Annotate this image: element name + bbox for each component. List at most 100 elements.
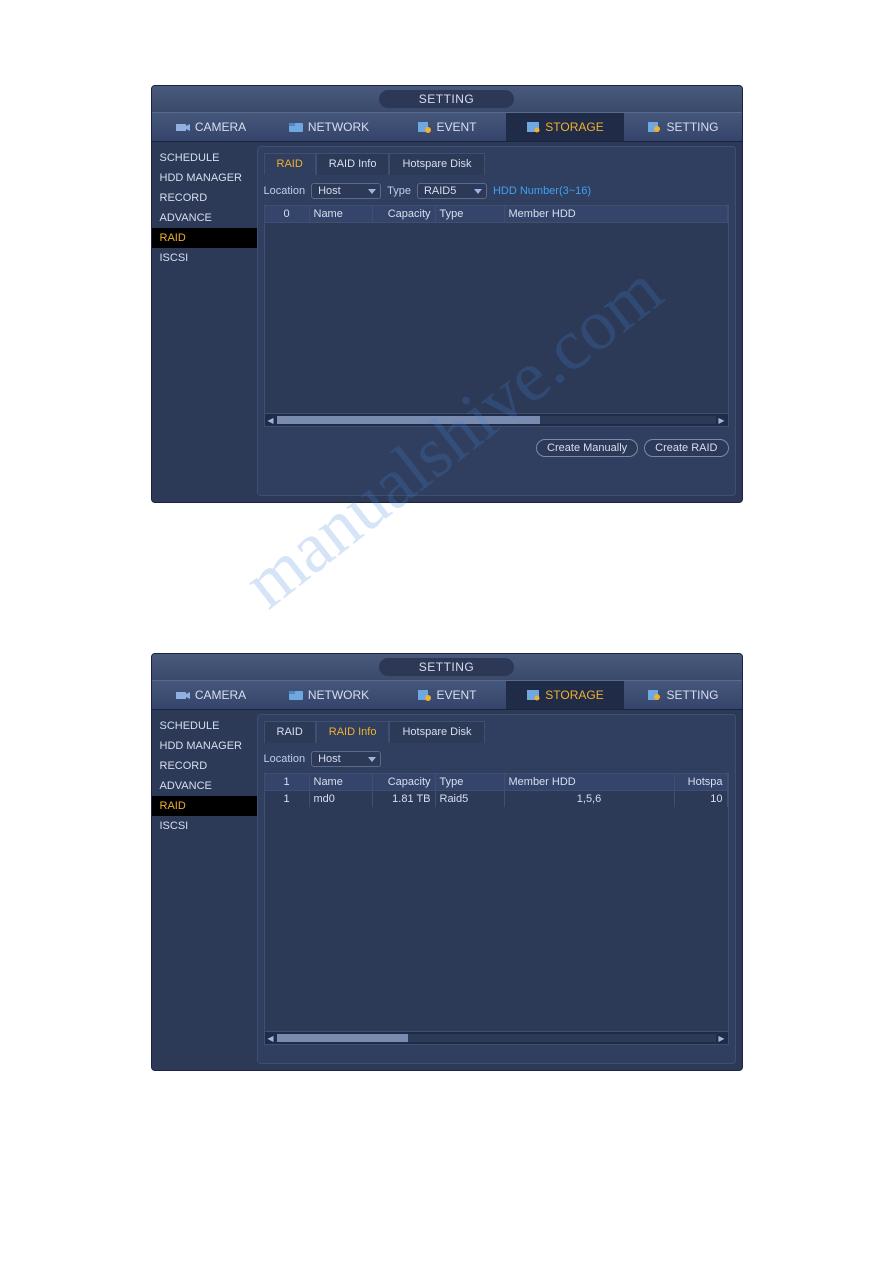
subtabs: RAID RAID Info Hotspare Disk (264, 721, 729, 743)
storage-icon (525, 120, 541, 134)
network-icon (288, 688, 304, 702)
create-raid-button[interactable]: Create RAID (644, 439, 728, 457)
sidebar-item-advance[interactable]: ADVANCE (152, 776, 257, 796)
col-name: Name (310, 206, 373, 222)
h-scrollbar[interactable]: ◀ ▶ (265, 1031, 728, 1044)
main-tabbar: CAMERA NETWORK EVENT STORAGE SETTING (152, 112, 742, 142)
col-capacity: Capacity (373, 206, 436, 222)
sidebar-item-raid[interactable]: RAID (152, 228, 257, 248)
table-row[interactable]: 1 md0 1.81 TB Raid5 1,5,6 10 (265, 791, 728, 807)
location-label: Location (264, 185, 306, 197)
sidebar-item-advance[interactable]: ADVANCE (152, 208, 257, 228)
event-icon (416, 120, 432, 134)
window-title: SETTING (379, 658, 515, 676)
chevron-down-icon (368, 189, 376, 194)
scroll-left-icon[interactable]: ◀ (265, 414, 277, 426)
titlebar: SETTING (152, 86, 742, 112)
col-type: Type (436, 774, 505, 790)
sidebar-item-schedule[interactable]: SCHEDULE (152, 716, 257, 736)
subtab-raid[interactable]: RAID (264, 153, 316, 175)
location-value: Host (318, 185, 341, 197)
sidebar: SCHEDULE HDD MANAGER RECORD ADVANCE RAID… (152, 710, 257, 1070)
subtab-hotspare[interactable]: Hotspare Disk (389, 153, 484, 175)
settings-window-raidinfo: SETTING CAMERA NETWORK EVENT STORAGE SET… (151, 653, 743, 1071)
tab-camera[interactable]: CAMERA (152, 113, 270, 141)
scroll-right-icon[interactable]: ▶ (716, 414, 728, 426)
camera-icon (175, 688, 191, 702)
col-name: Name (310, 774, 373, 790)
sidebar-item-raid[interactable]: RAID (152, 796, 257, 816)
tab-label: EVENT (436, 688, 476, 702)
cell-name: md0 (310, 791, 373, 807)
setting-icon (646, 688, 662, 702)
settings-window-raid: SETTING CAMERA NETWORK EVENT STORAGE SET… (151, 85, 743, 503)
tab-label: CAMERA (195, 688, 246, 702)
tab-label: SETTING (666, 120, 718, 134)
network-icon (288, 120, 304, 134)
titlebar: SETTING (152, 654, 742, 680)
setting-icon (646, 120, 662, 134)
scroll-thumb[interactable] (277, 1034, 409, 1042)
scroll-left-icon[interactable]: ◀ (265, 1032, 277, 1044)
sidebar-item-hddmanager[interactable]: HDD MANAGER (152, 168, 257, 188)
tab-event[interactable]: EVENT (388, 681, 506, 709)
location-value: Host (318, 753, 341, 765)
tab-label: STORAGE (545, 120, 603, 134)
hdd-number-label: HDD Number(3~16) (493, 185, 591, 197)
event-icon (416, 688, 432, 702)
tab-label: NETWORK (308, 120, 369, 134)
raidinfo-table: 1 Name Capacity Type Member HDD Hotspa 1… (264, 773, 729, 1045)
main-panel: RAID RAID Info Hotspare Disk Location Ho… (257, 146, 736, 496)
sidebar-item-schedule[interactable]: SCHEDULE (152, 148, 257, 168)
create-manually-button[interactable]: Create Manually (536, 439, 638, 457)
camera-icon (175, 120, 191, 134)
col-count: 0 (265, 206, 310, 222)
sidebar-item-record[interactable]: RECORD (152, 188, 257, 208)
scroll-right-icon[interactable]: ▶ (716, 1032, 728, 1044)
raid-table: 0 Name Capacity Type Member HDD ◀ ▶ (264, 205, 729, 427)
sidebar: SCHEDULE HDD MANAGER RECORD ADVANCE RAID… (152, 142, 257, 502)
main-panel: RAID RAID Info Hotspare Disk Location Ho… (257, 714, 736, 1064)
cell-hotspare: 10 (675, 791, 728, 807)
storage-icon (525, 688, 541, 702)
subtabs: RAID RAID Info Hotspare Disk (264, 153, 729, 175)
chevron-down-icon (368, 757, 376, 762)
tab-label: NETWORK (308, 688, 369, 702)
col-count: 1 (265, 774, 310, 790)
type-label: Type (387, 185, 411, 197)
subtab-raidinfo[interactable]: RAID Info (316, 153, 390, 175)
cell-n: 1 (265, 791, 310, 807)
type-value: RAID5 (424, 185, 456, 197)
tab-network[interactable]: NETWORK (270, 681, 388, 709)
sidebar-item-record[interactable]: RECORD (152, 756, 257, 776)
tab-storage[interactable]: STORAGE (506, 113, 624, 141)
subtab-raidinfo[interactable]: RAID Info (316, 721, 390, 743)
tab-storage[interactable]: STORAGE (506, 681, 624, 709)
tab-label: CAMERA (195, 120, 246, 134)
tab-setting[interactable]: SETTING (624, 113, 742, 141)
window-title: SETTING (379, 90, 515, 108)
location-dropdown[interactable]: Host (311, 183, 381, 199)
tab-label: STORAGE (545, 688, 603, 702)
tab-label: EVENT (436, 120, 476, 134)
cell-member: 1,5,6 (505, 791, 675, 807)
col-capacity: Capacity (373, 774, 436, 790)
subtab-hotspare[interactable]: Hotspare Disk (389, 721, 484, 743)
tab-camera[interactable]: CAMERA (152, 681, 270, 709)
main-tabbar: CAMERA NETWORK EVENT STORAGE SETTING (152, 680, 742, 710)
sidebar-item-iscsi[interactable]: ISCSI (152, 248, 257, 268)
h-scrollbar[interactable]: ◀ ▶ (265, 413, 728, 426)
location-dropdown[interactable]: Host (311, 751, 381, 767)
subtab-raid[interactable]: RAID (264, 721, 316, 743)
sidebar-item-hddmanager[interactable]: HDD MANAGER (152, 736, 257, 756)
type-dropdown[interactable]: RAID5 (417, 183, 487, 199)
cell-capacity: 1.81 TB (373, 791, 436, 807)
col-member: Member HDD (505, 774, 675, 790)
tab-network[interactable]: NETWORK (270, 113, 388, 141)
col-hotspare: Hotspa (675, 774, 728, 790)
tab-event[interactable]: EVENT (388, 113, 506, 141)
sidebar-item-iscsi[interactable]: ISCSI (152, 816, 257, 836)
tab-setting[interactable]: SETTING (624, 681, 742, 709)
scroll-thumb[interactable] (277, 416, 540, 424)
col-member: Member HDD (505, 206, 728, 222)
